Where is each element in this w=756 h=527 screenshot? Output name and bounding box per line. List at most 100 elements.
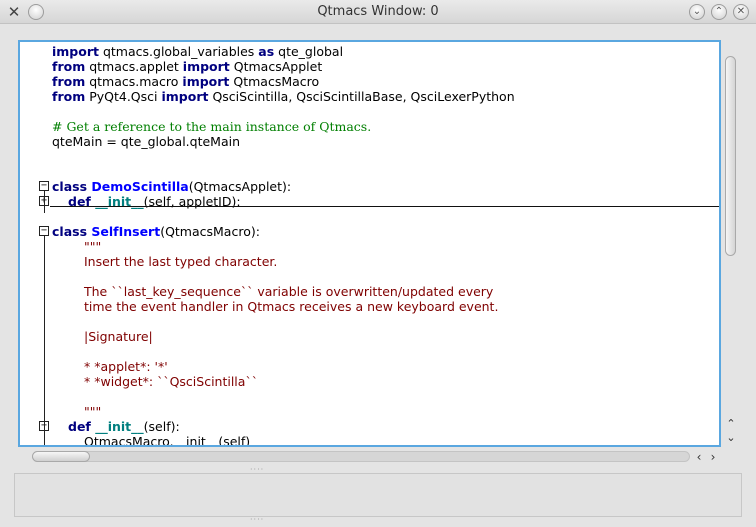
code-line-text: """ — [84, 404, 101, 419]
code-line[interactable]: |Signature| — [20, 329, 719, 344]
minimize-button[interactable]: ⌄ — [689, 4, 705, 20]
code-line[interactable]: """ — [20, 239, 719, 254]
splitter-handle[interactable]: ···· — [250, 516, 263, 524]
code-token: # Get a reference to the main instance o… — [52, 119, 372, 134]
code-line-text: QtmacsMacro.__init__(self) — [84, 434, 251, 447]
code-line[interactable]: * *applet*: '*' — [20, 359, 719, 374]
fold-collapse-icon[interactable]: − — [39, 181, 49, 191]
code-token: class — [52, 179, 92, 194]
code-token: qte_global — [274, 44, 344, 59]
code-line-text: |Signature| — [84, 329, 153, 344]
code-line[interactable] — [20, 149, 719, 164]
code-token: QtmacsApplet — [229, 59, 323, 74]
code-line[interactable]: − class DemoScintilla(QtmacsApplet): — [20, 179, 719, 194]
code-line-text: from PyQt4.Qsci import QsciScintilla, Qs… — [52, 89, 515, 104]
code-line-text: from qtmacs.applet import QtmacsApplet — [52, 59, 322, 74]
fold-guide — [44, 191, 45, 213]
code-line-text: def __init__(self): — [68, 419, 180, 434]
code-token: qteMain = qte_global.qteMain — [52, 134, 241, 149]
code-line[interactable]: # Get a reference to the main instance o… — [20, 119, 719, 134]
code-line-text: class SelfInsert(QtmacsMacro): — [52, 224, 260, 239]
horizontal-scrollbar[interactable]: ‹ › — [18, 449, 721, 465]
code-line-text: The ``last_key_sequence`` variable is ov… — [84, 284, 493, 299]
code-token: from — [52, 59, 86, 74]
code-token: import — [161, 89, 209, 104]
window-title: Qtmacs Window: 0 — [317, 4, 439, 19]
code-area[interactable]: import qtmacs.global_variables as qte_gl… — [20, 42, 719, 445]
code-line[interactable] — [20, 314, 719, 329]
code-line[interactable]: * *widget*: ``QsciScintilla`` — [20, 374, 719, 389]
code-token: qtmacs.applet — [85, 59, 183, 74]
fold-guide — [44, 431, 45, 445]
code-line[interactable]: − class SelfInsert(QtmacsMacro): — [20, 224, 719, 239]
code-line[interactable] — [20, 389, 719, 404]
code-line[interactable] — [20, 164, 719, 179]
code-token: qtmacs.global_variables — [99, 44, 259, 59]
code-token: time the event handler in Qtmacs receive… — [84, 299, 499, 314]
fold-collapse-icon[interactable]: − — [39, 226, 49, 236]
horizontal-scroll-track[interactable] — [32, 451, 690, 462]
code-line[interactable]: time the event handler in Qtmacs receive… — [20, 299, 719, 314]
code-line-text: * *applet*: '*' — [84, 359, 168, 374]
code-line[interactable] — [20, 104, 719, 119]
code-line-text: class DemoScintilla(QtmacsApplet): — [52, 179, 291, 194]
code-line[interactable] — [20, 344, 719, 359]
splitter-handle[interactable]: ···· — [250, 466, 263, 474]
code-token: QtmacsMacro.__init__(self) — [84, 434, 251, 447]
code-line[interactable]: from qtmacs.applet import QtmacsApplet — [20, 59, 719, 74]
code-token: (self): — [143, 419, 180, 434]
code-line[interactable]: import qtmacs.global_variables as qte_gl… — [20, 44, 719, 59]
code-token: QsciScintilla, QsciScintillaBase, QsciLe… — [208, 89, 515, 104]
chevron-up-icon: ⌃ — [714, 6, 724, 17]
vertical-scroll-thumb[interactable] — [725, 56, 736, 256]
code-line[interactable]: The ``last_key_sequence`` variable is ov… — [20, 284, 719, 299]
code-token: DemoScintilla — [91, 179, 189, 194]
code-token: QtmacsMacro — [229, 74, 320, 89]
code-token: class — [52, 224, 92, 239]
title-bar[interactable]: ✕ Qtmacs Window: 0 ⌄ ⌃ ✕ — [0, 0, 756, 24]
code-line-text: qteMain = qte_global.qteMain — [52, 134, 240, 149]
code-line[interactable]: Insert the last typed character. — [20, 254, 719, 269]
code-line[interactable]: −def __init__(self): — [20, 419, 719, 434]
chevron-down-icon[interactable]: ⌄ — [723, 431, 739, 445]
code-token: Insert the last typed character. — [84, 254, 278, 269]
code-token: from — [52, 89, 86, 104]
code-line[interactable] — [20, 269, 719, 284]
chevron-right-icon[interactable]: › — [706, 449, 720, 465]
code-line[interactable]: """ — [20, 404, 719, 419]
code-line-text: """ — [84, 239, 101, 254]
chevron-down-icon: ⌄ — [692, 6, 702, 17]
code-token: def — [68, 419, 96, 434]
code-line[interactable]: from qtmacs.macro import QtmacsMacro — [20, 74, 719, 89]
code-token: import — [182, 59, 230, 74]
chevron-up-icon[interactable]: ⌃ — [723, 417, 739, 431]
code-token: * *applet*: '*' — [84, 359, 168, 374]
code-line[interactable]: from PyQt4.Qsci import QsciScintilla, Qs… — [20, 89, 719, 104]
code-token: * *widget*: ``QsciScintilla`` — [84, 374, 258, 389]
code-line[interactable]: qteMain = qte_global.qteMain — [20, 134, 719, 149]
code-token: as — [258, 44, 275, 59]
code-token: (QtmacsMacro): — [160, 224, 260, 239]
code-token: The ``last_key_sequence`` variable is ov… — [84, 284, 494, 299]
code-line[interactable]: QtmacsMacro.__init__(self) — [20, 434, 719, 447]
code-line-text: # Get a reference to the main instance o… — [52, 119, 371, 134]
vertical-scrollbar[interactable]: ⌃ ⌄ — [723, 40, 739, 447]
code-token: qtmacs.macro — [85, 74, 183, 89]
code-line[interactable] — [20, 209, 719, 224]
chevron-left-icon[interactable]: ‹ — [692, 449, 706, 465]
close-button[interactable]: ✕ — [733, 4, 749, 20]
code-token: SelfInsert — [91, 224, 161, 239]
code-token: import — [52, 44, 99, 59]
code-token: """ — [84, 404, 102, 419]
code-token: PyQt4.Qsci — [85, 89, 162, 104]
mini-buffer-panel[interactable] — [14, 473, 742, 517]
code-line-text: * *widget*: ``QsciScintilla`` — [84, 374, 258, 389]
code-token: |Signature| — [84, 329, 153, 344]
maximize-button[interactable]: ⌃ — [711, 4, 727, 20]
code-line-text: time the event handler in Qtmacs receive… — [84, 299, 498, 314]
horizontal-scroll-thumb[interactable] — [32, 451, 90, 462]
code-editor[interactable]: import qtmacs.global_variables as qte_gl… — [18, 40, 721, 447]
code-line-text: from qtmacs.macro import QtmacsMacro — [52, 74, 319, 89]
fold-separator — [50, 206, 719, 207]
code-token: import — [182, 74, 230, 89]
